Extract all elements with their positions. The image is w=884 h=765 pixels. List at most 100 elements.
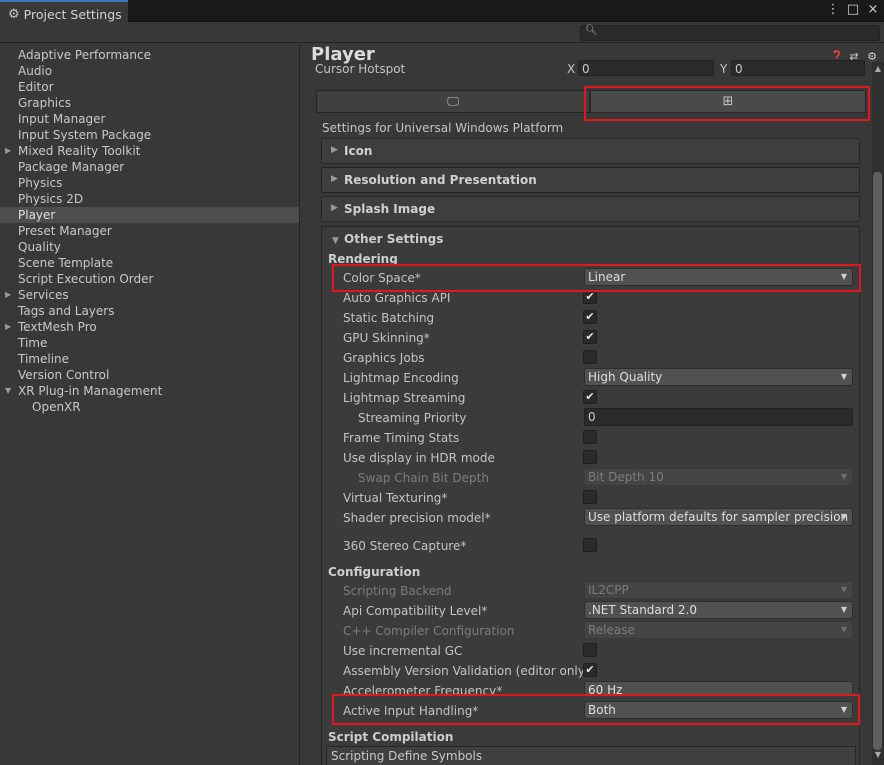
cursor-hotspot-y-field[interactable]: 0 — [731, 60, 865, 76]
cursor-hotspot-label: Cursor Hotspot — [315, 62, 406, 76]
incremental-gc-checkbox[interactable] — [583, 643, 597, 657]
graphics-jobs-checkbox[interactable] — [583, 350, 597, 364]
static-batching-checkbox[interactable]: ✔ — [583, 310, 597, 324]
gear-icon: ⚙ — [8, 6, 20, 22]
search-input[interactable]: 🔍︎ — [580, 25, 880, 41]
more-menu-icon[interactable]: ⋮ — [826, 2, 840, 17]
scripting-define-symbols[interactable]: Scripting Define Symbols — [326, 746, 856, 765]
assembly-validation-label: Assembly Version Validation (editor only… — [343, 664, 590, 678]
sidebar-item-audio[interactable]: Audio — [0, 63, 299, 79]
sidebar-item-services[interactable]: ▶ Services — [0, 287, 299, 303]
search-row: 🔍︎ — [0, 22, 884, 43]
settings-sidebar: Adaptive Performance Audio Editor Graphi… — [0, 44, 300, 765]
scrollbar-thumb[interactable] — [873, 172, 882, 750]
sidebar-item-script-execution-order[interactable]: Script Execution Order — [0, 271, 299, 287]
stereo-capture-label: 360 Stereo Capture* — [343, 539, 467, 553]
sidebar-item-adaptive-performance[interactable]: Adaptive Performance — [0, 47, 299, 63]
scripting-backend-label: Scripting Backend — [343, 584, 452, 598]
foldout-arrow-icon[interactable]: ▶ — [5, 143, 11, 159]
highlight-color-space — [332, 264, 861, 292]
assembly-validation-checkbox[interactable]: ✔ — [583, 663, 597, 677]
sidebar-item-openxr[interactable]: OpenXR — [0, 399, 299, 415]
foldout-arrow-icon[interactable]: ▶ — [5, 319, 11, 335]
tab-desktop-platform[interactable]: 🖵 — [316, 90, 590, 113]
close-icon[interactable]: × — [866, 2, 880, 17]
sidebar-item-quality[interactable]: Quality — [0, 239, 299, 255]
shader-precision-dropdown[interactable]: Use platform defaults for sampler precis… — [584, 508, 853, 526]
sidebar-item-physics-2d[interactable]: Physics 2D — [0, 191, 299, 207]
sidebar-item-player[interactable]: Player — [0, 207, 299, 223]
foldout-arrow-expanded-icon[interactable]: ▼ — [332, 232, 339, 246]
api-compat-label: Api Compatibility Level* — [343, 604, 488, 618]
sidebar-item-version-control[interactable]: Version Control — [0, 367, 299, 383]
sidebar-item-graphics[interactable]: Graphics — [0, 95, 299, 111]
sidebar-item-input-system-package[interactable]: Input System Package — [0, 127, 299, 143]
chevron-down-icon: ▼ — [840, 472, 847, 481]
shader-precision-label: Shader precision model* — [343, 511, 491, 525]
window-titlebar: ⚙ Project Settings ⋮ □ × — [0, 0, 884, 23]
static-batching-label: Static Batching — [343, 311, 435, 325]
foldout-arrow-expanded-icon[interactable]: ▼ — [5, 383, 11, 399]
scroll-down-icon[interactable]: ▼ — [872, 750, 884, 759]
gpu-skinning-checkbox[interactable]: ✔ — [583, 330, 597, 344]
cursor-hotspot-x-field[interactable]: 0 — [578, 60, 714, 76]
stereo-capture-checkbox[interactable] — [583, 538, 597, 552]
sidebar-item-xr-plugin-management[interactable]: ▼ XR Plug-in Management — [0, 383, 299, 399]
scripting-backend-dropdown: IL2CPP ▼ — [584, 581, 853, 599]
search-icon: 🔍︎ — [585, 25, 598, 36]
script-compilation-header: Script Compilation — [328, 730, 454, 744]
gpu-skinning-label: GPU Skinning* — [343, 331, 430, 345]
sidebar-item-timeline[interactable]: Timeline — [0, 351, 299, 367]
auto-graphics-api-checkbox[interactable]: ✔ — [583, 290, 597, 304]
lightmap-encoding-label: Lightmap Encoding — [343, 371, 459, 385]
streaming-priority-label: Streaming Priority — [358, 411, 467, 425]
virtual-texturing-label: Virtual Texturing* — [343, 491, 448, 505]
sidebar-item-physics[interactable]: Physics — [0, 175, 299, 191]
chevron-down-icon: ▼ — [840, 512, 847, 521]
api-compat-dropdown[interactable]: .NET Standard 2.0 ▼ — [584, 601, 853, 619]
configuration-header: Configuration — [328, 565, 421, 579]
sidebar-item-time[interactable]: Time — [0, 335, 299, 351]
desktop-icon: 🖵 — [447, 94, 459, 108]
chevron-down-icon: ▼ — [840, 625, 847, 634]
foldout-resolution-and-presentation[interactable]: ▶ Resolution and Presentation — [321, 167, 860, 193]
cursor-hotspot-x-label: X — [567, 62, 576, 76]
auto-graphics-api-label: Auto Graphics API — [343, 291, 451, 305]
foldout-arrow-icon: ▶ — [331, 174, 338, 184]
virtual-texturing-checkbox[interactable] — [583, 490, 597, 504]
foldout-splash-image[interactable]: ▶ Splash Image — [321, 196, 860, 222]
chevron-down-icon: ▼ — [840, 605, 847, 614]
window-tab[interactable]: ⚙ Project Settings — [0, 0, 128, 23]
sidebar-item-preset-manager[interactable]: Preset Manager — [0, 223, 299, 239]
sidebar-item-textmesh-pro[interactable]: ▶ TextMesh Pro — [0, 319, 299, 335]
hdr-mode-checkbox[interactable] — [583, 450, 597, 464]
frame-timing-stats-label: Frame Timing Stats — [343, 431, 460, 445]
sidebar-item-input-manager[interactable]: Input Manager — [0, 111, 299, 127]
sidebar-item-scene-template[interactable]: Scene Template — [0, 255, 299, 271]
sidebar-item-mixed-reality-toolkit[interactable]: ▶ Mixed Reality Toolkit — [0, 143, 299, 159]
cpp-compiler-dropdown: Release ▼ — [584, 621, 853, 639]
sidebar-item-tags-and-layers[interactable]: Tags and Layers — [0, 303, 299, 319]
foldout-icon[interactable]: ▶ Icon — [321, 138, 860, 164]
scroll-up-icon[interactable]: ▲ — [872, 64, 884, 73]
sidebar-item-editor[interactable]: Editor — [0, 79, 299, 95]
foldout-arrow-icon: ▶ — [331, 145, 338, 155]
foldout-arrow-icon: ▶ — [331, 203, 338, 213]
streaming-priority-field[interactable]: 0 — [584, 408, 853, 426]
swap-chain-dropdown: Bit Depth 10 ▼ — [584, 468, 853, 486]
window-title: Project Settings — [23, 6, 122, 22]
cursor-hotspot-y-label: Y — [720, 62, 728, 76]
highlight-active-input-handling — [332, 694, 860, 725]
lightmap-streaming-checkbox[interactable]: ✔ — [583, 390, 597, 404]
lightmap-encoding-dropdown[interactable]: High Quality ▼ — [584, 368, 853, 386]
foldout-other-settings[interactable]: Other Settings — [344, 232, 443, 246]
sidebar-item-package-manager[interactable]: Package Manager — [0, 159, 299, 175]
graphics-jobs-label: Graphics Jobs — [343, 351, 425, 365]
settings-for-label: Settings for Universal Windows Platform — [322, 121, 564, 135]
chevron-down-icon: ▼ — [840, 372, 847, 381]
frame-timing-stats-checkbox[interactable] — [583, 430, 597, 444]
highlight-windows-tab — [584, 86, 870, 121]
foldout-arrow-icon[interactable]: ▶ — [5, 287, 11, 303]
maximize-icon[interactable]: □ — [846, 2, 860, 17]
lightmap-streaming-label: Lightmap Streaming — [343, 391, 466, 405]
